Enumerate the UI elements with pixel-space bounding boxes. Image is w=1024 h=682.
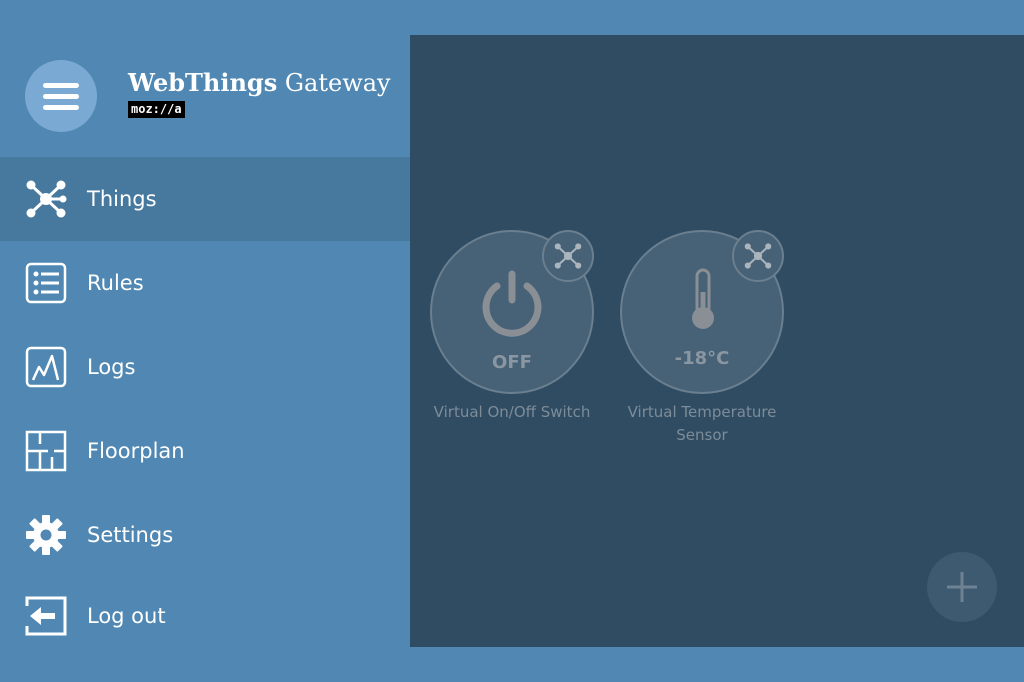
thing-switch[interactable]: OFF — [430, 230, 594, 394]
app-title: WebThings Gateway — [128, 68, 391, 97]
thing-type-badge — [732, 230, 784, 282]
switch-state-value: OFF — [492, 352, 532, 373]
floorplan-icon — [24, 429, 68, 473]
nav-item-things[interactable]: Things — [0, 157, 410, 241]
nav-item-floorplan[interactable]: Floorplan — [0, 409, 410, 493]
nav-menu: Things Rules Logs Floorplan Settings Log… — [0, 157, 410, 655]
thermometer-icon — [692, 268, 714, 329]
things-panel: OFF Virtual On/Off Switch -18°C Virtual … — [410, 35, 1024, 647]
nav-label-settings: Settings — [87, 523, 174, 547]
nav-label-rules: Rules — [87, 271, 144, 295]
things-icon — [24, 177, 68, 221]
temperature-value: -18°C — [674, 348, 730, 369]
nav-item-rules[interactable]: Rules — [0, 241, 410, 325]
nav-label-logout: Log out — [87, 604, 166, 628]
mozilla-logo: moz://a — [128, 101, 185, 118]
sidebar: WebThings Gateway moz://a Things Rules L… — [0, 0, 410, 682]
logout-icon — [24, 594, 68, 638]
nav-label-things: Things — [87, 187, 157, 211]
menu-icon — [43, 82, 79, 88]
thing-switch-name[interactable]: Virtual On/Off Switch — [422, 401, 602, 424]
nav-item-logs[interactable]: Logs — [0, 325, 410, 409]
nav-item-settings[interactable]: Settings — [0, 493, 410, 577]
things-icon — [554, 243, 582, 269]
thing-temperature[interactable]: -18°C — [620, 230, 784, 394]
rules-icon — [24, 261, 68, 305]
thing-temperature-name[interactable]: Virtual Temperature Sensor — [612, 401, 792, 447]
logs-icon — [24, 345, 68, 389]
plus-icon — [947, 572, 977, 602]
things-icon — [744, 243, 772, 269]
gear-icon — [24, 513, 68, 557]
thing-type-badge — [542, 230, 594, 282]
nav-label-logs: Logs — [87, 355, 136, 379]
nav-item-logout[interactable]: Log out — [0, 577, 410, 655]
menu-button[interactable] — [25, 60, 97, 132]
power-icon — [482, 270, 542, 337]
nav-label-floorplan: Floorplan — [87, 439, 185, 463]
add-thing-button[interactable] — [927, 552, 997, 622]
